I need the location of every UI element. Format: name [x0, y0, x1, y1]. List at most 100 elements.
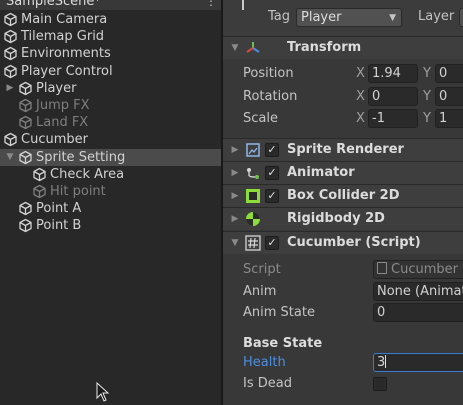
- scale-label[interactable]: Scale: [243, 111, 278, 126]
- script-hash-icon: [245, 235, 261, 251]
- anim-state-field[interactable]: 0: [373, 303, 463, 322]
- script-value: Cucumber: [391, 262, 458, 277]
- scale-x-axis[interactable]: X: [356, 111, 365, 126]
- hierarchy-item[interactable]: Hit point: [0, 183, 221, 200]
- scene-name: SampleScene*: [6, 0, 101, 9]
- gameobject-cube-icon: [242, 0, 244, 10]
- hierarchy-item[interactable]: Land FX: [0, 114, 221, 131]
- tag-dropdown[interactable]: Player ▼: [296, 8, 402, 27]
- anim-label[interactable]: Anim: [243, 284, 276, 299]
- hierarchy-item[interactable]: Jump FX: [0, 97, 221, 114]
- hierarchy-item[interactable]: ▼ Sprite Setting: [0, 148, 221, 166]
- animator-icon: [245, 165, 261, 181]
- layer-dropdown[interactable]: [459, 8, 463, 27]
- hierarchy-item[interactable]: Tilemap Grid: [0, 28, 221, 45]
- hierarchy-item[interactable]: Player Control: [0, 63, 221, 80]
- hierarchy-item-label: Tilemap Grid: [21, 29, 105, 45]
- position-y-axis[interactable]: Y: [423, 66, 431, 81]
- fold-expanded-icon[interactable]: ▼: [5, 151, 15, 163]
- fold-collapsed-icon[interactable]: ▶: [230, 213, 240, 225]
- box-collider-enabled-checkbox[interactable]: ✓: [265, 189, 279, 203]
- gameobject-icon: [18, 81, 33, 96]
- health-value: 3: [377, 355, 386, 370]
- box-collider-icon: [245, 188, 261, 204]
- tag-value: Player: [301, 10, 342, 25]
- hierarchy-item-label: Hit point: [50, 184, 106, 199]
- hierarchy-item-label: Environments: [21, 46, 111, 62]
- hierarchy-item-label: Sprite Setting: [36, 149, 126, 165]
- rigidbody-header[interactable]: ▶ Rigidbody 2D: [223, 207, 463, 230]
- sprite-renderer-title: Sprite Renderer: [287, 142, 404, 157]
- anim-state-label[interactable]: Anim State: [243, 305, 315, 320]
- layer-label: Layer: [418, 9, 455, 24]
- rotation-y-field[interactable]: 0: [435, 87, 463, 106]
- anim-field[interactable]: None (Animato: [373, 282, 463, 301]
- rotation-label[interactable]: Rotation: [243, 89, 297, 104]
- gameobject-icon: [18, 98, 33, 113]
- sprite-renderer-icon: [245, 142, 261, 158]
- gameobject-icon: [3, 132, 18, 147]
- cucumber-script-header[interactable]: ▼ ✓ Cucumber (Script): [223, 231, 463, 254]
- gameobject-icon: [18, 201, 33, 216]
- hierarchy-item[interactable]: Cucumber: [0, 131, 221, 148]
- rigidbody-icon: [245, 211, 261, 227]
- position-y-field[interactable]: 0: [435, 64, 463, 83]
- hierarchy-item[interactable]: Point A: [0, 200, 221, 217]
- transform-icon: [245, 40, 261, 56]
- hierarchy-item[interactable]: Check Area: [0, 166, 221, 183]
- scale-y-field[interactable]: 1: [435, 109, 463, 128]
- gameobject-icon: [3, 46, 18, 61]
- gameobject-header: Tag Player ▼ Layer: [223, 0, 463, 36]
- sprite-renderer-header[interactable]: ▶ ✓ Sprite Renderer: [223, 138, 463, 161]
- inspector-panel: Tag Player ▼ Layer ▼ Transform Position …: [223, 0, 463, 405]
- hierarchy-item-label: Check Area: [50, 166, 125, 182]
- hierarchy-item-label: Cucumber: [21, 132, 88, 148]
- position-label[interactable]: Position: [243, 66, 294, 81]
- tag-label: Tag: [268, 9, 291, 24]
- fold-expanded-icon[interactable]: ▼: [230, 237, 240, 249]
- mouse-cursor-icon: [96, 382, 110, 402]
- cucumber-script-enabled-checkbox[interactable]: ✓: [265, 236, 279, 250]
- health-label[interactable]: Health: [243, 355, 286, 370]
- gameobject-icon: [3, 29, 18, 44]
- transform-header[interactable]: ▼ Transform: [223, 36, 463, 59]
- rotation-x-axis[interactable]: X: [356, 89, 365, 104]
- gameobject-icon: [18, 150, 33, 165]
- position-x-field[interactable]: 1.94: [368, 64, 418, 83]
- hierarchy-item-label: Player Control: [21, 63, 113, 79]
- box-collider-header[interactable]: ▶ ✓ Box Collider 2D: [223, 184, 463, 207]
- rotation-x-field[interactable]: 0: [368, 87, 418, 106]
- script-label: Script: [243, 262, 281, 277]
- scale-x-field[interactable]: -1: [368, 109, 418, 128]
- hierarchy-item[interactable]: ▶ Player: [0, 80, 221, 97]
- script-field: Cucumber: [373, 260, 463, 279]
- hierarchy-item-label: Player: [36, 80, 77, 96]
- fold-collapsed-icon[interactable]: ▶: [230, 190, 240, 202]
- text-caret: [385, 355, 387, 368]
- hierarchy-item-label: Main Camera: [21, 12, 108, 27]
- hierarchy-item[interactable]: Point B: [0, 217, 221, 234]
- health-field[interactable]: 3: [373, 353, 463, 372]
- cucumber-script-title: Cucumber (Script): [287, 235, 421, 250]
- scene-header[interactable]: SampleScene* ⋮: [0, 0, 221, 10]
- rotation-y-axis[interactable]: Y: [423, 89, 431, 104]
- position-x-axis[interactable]: X: [356, 66, 365, 81]
- scale-y-axis[interactable]: Y: [423, 111, 431, 126]
- is-dead-label[interactable]: Is Dead: [243, 376, 292, 391]
- fold-expanded-icon[interactable]: ▼: [230, 42, 240, 54]
- base-state-heading: Base State: [243, 336, 323, 351]
- gameobject-icon: [18, 115, 33, 130]
- sprite-renderer-enabled-checkbox[interactable]: ✓: [265, 143, 279, 157]
- hierarchy-item[interactable]: Main Camera: [0, 11, 221, 28]
- hierarchy-item-label: Jump FX: [36, 98, 90, 113]
- animator-enabled-checkbox[interactable]: ✓: [265, 166, 279, 180]
- animator-header[interactable]: ▶ ✓ Animator: [223, 161, 463, 184]
- fold-collapsed-icon[interactable]: ▶: [230, 144, 240, 156]
- gameobject-icon: [18, 218, 33, 233]
- is-dead-checkbox[interactable]: [373, 377, 387, 391]
- scene-menu-icon[interactable]: ⋮: [205, 0, 217, 8]
- hierarchy-item[interactable]: Environments: [0, 45, 221, 62]
- fold-collapsed-icon[interactable]: ▶: [230, 167, 240, 179]
- fold-collapsed-icon[interactable]: ▶: [5, 82, 15, 94]
- animator-title: Animator: [287, 165, 355, 180]
